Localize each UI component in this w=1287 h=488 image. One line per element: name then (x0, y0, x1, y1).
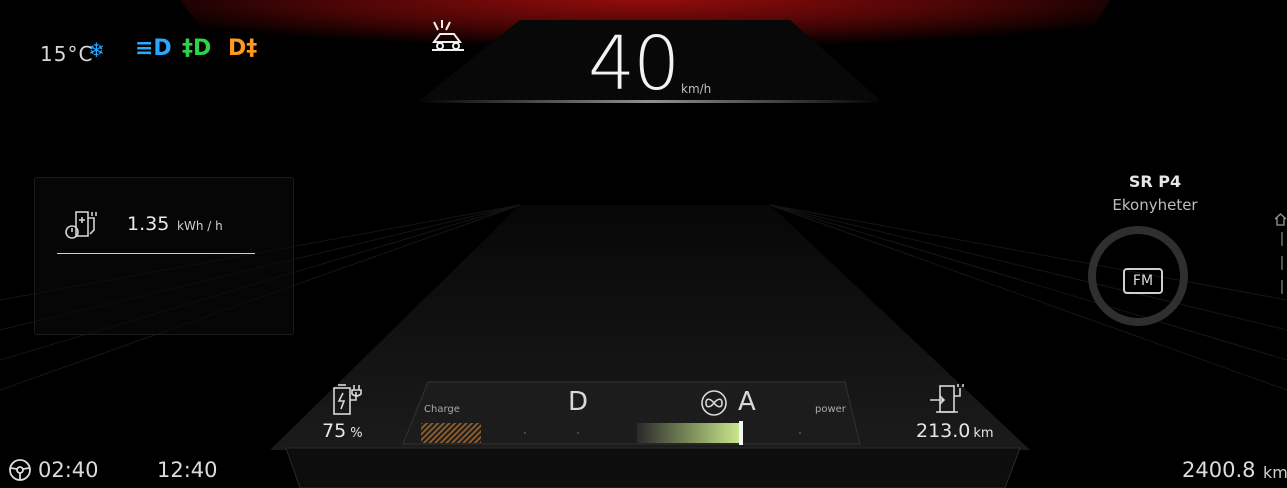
energy-consumption-icon (65, 211, 97, 239)
consumption-value: 1.35 (127, 213, 170, 235)
odometer-unit: km (1263, 463, 1287, 482)
charge-label: Charge (424, 404, 460, 415)
battery-percent: 75% (322, 420, 363, 442)
clock: 12:40 (157, 458, 218, 482)
steering-wheel-icon (9, 459, 31, 481)
range-icon (930, 384, 964, 413)
radio-program: Ekonyheter (1112, 196, 1198, 214)
headlight-icon: ≡D (135, 36, 172, 61)
drive-mode-icon (701, 390, 727, 416)
consumption-unit: kWh / h (177, 219, 223, 233)
outside-temperature: 15°C (40, 42, 94, 66)
speed-value: 40 (588, 21, 680, 107)
trip-time: 02:40 (38, 458, 99, 482)
drive-mode-letter: A (738, 387, 756, 417)
rear-fog-light-icon: D‡ (228, 36, 258, 61)
radio-station: SR P4 (1128, 172, 1182, 191)
speed-unit: km/h (681, 82, 712, 96)
range-value: 213.0 km (916, 420, 994, 442)
collision-warning-icon (432, 20, 464, 51)
consumption-divider (57, 253, 255, 254)
gear-indicator: D (568, 387, 589, 417)
front-fog-light-icon: ‡D (182, 36, 212, 61)
power-label: power (815, 404, 846, 415)
home-icon[interactable] (1274, 212, 1287, 226)
snowflake-icon: ❄ (88, 38, 105, 62)
radio-band-icon: FM (1123, 268, 1163, 294)
battery-charge-icon (333, 384, 362, 415)
consumption-panel (34, 177, 294, 335)
odometer-value: 2400.8 (1182, 458, 1256, 482)
